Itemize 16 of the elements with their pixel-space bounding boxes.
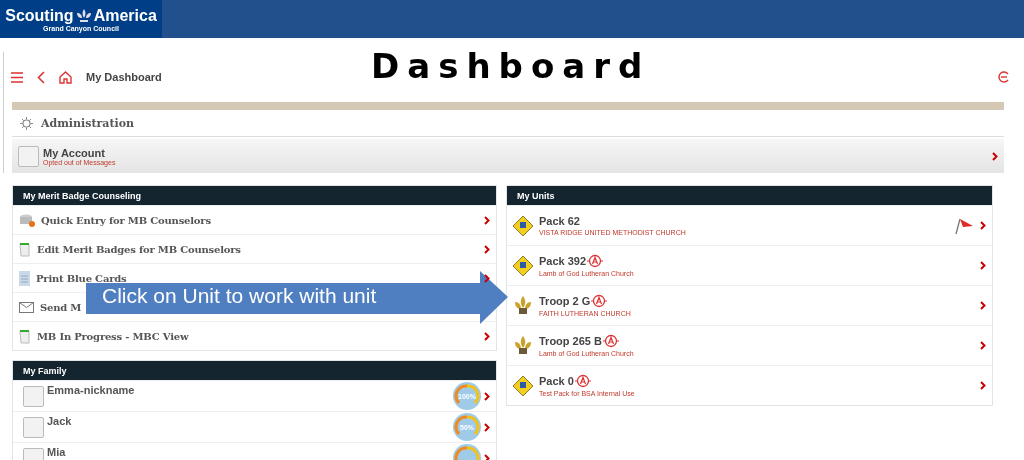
section-title: Administration (41, 116, 134, 130)
unit-name: Pack 392 (539, 255, 587, 267)
breadcrumb: My Dashboard (86, 71, 162, 83)
unit-name: Pack 62 (539, 215, 580, 227)
menu-row[interactable]: Quick Entry for MB Counselors (13, 205, 496, 234)
unit-name: Troop 2 G (539, 295, 591, 307)
unit-name: Troop 265 B (539, 335, 602, 347)
menu-row[interactable]: MB In Progress - MBC View (13, 321, 496, 350)
panel-title: My Units (507, 186, 992, 205)
page-title: Dashboard (371, 46, 651, 86)
family-row[interactable]: Mia (13, 442, 496, 460)
account-name: My Account (43, 146, 106, 159)
menu-row[interactable]: Edit Merit Badges for MB Counselors (13, 234, 496, 263)
unit-name: Pack 0 (539, 375, 574, 387)
panel-title: My Family (13, 361, 496, 380)
panel-title: My Merit Badge Counseling (13, 186, 496, 205)
